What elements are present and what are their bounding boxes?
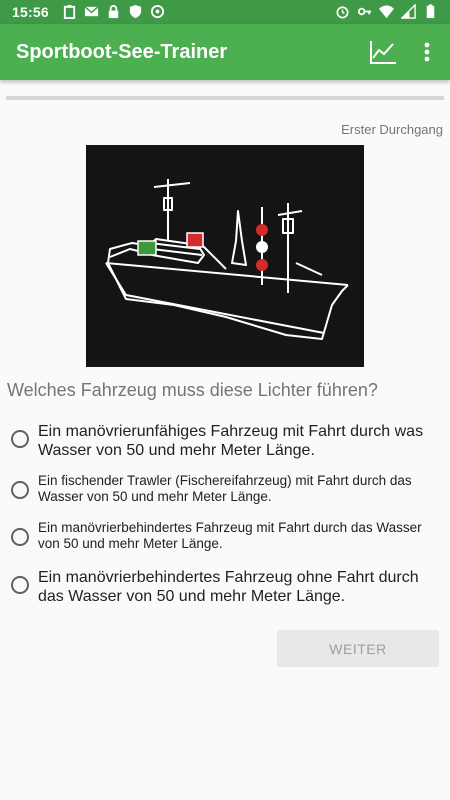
shield-icon [129,4,142,19]
answer-option-4[interactable]: Ein manövrierbehindertes Fahrzeug ohne F… [10,568,444,606]
question-image [86,145,364,367]
red-light-top [256,224,268,236]
answer-option-label: Ein fischender Trawler (Fischereifahrzeu… [38,473,412,505]
chart-icon[interactable] [368,38,398,66]
battery-icon [426,4,435,19]
green-sidelight [137,240,157,256]
answer-option-label: Ein manövrierbehindertes Fahrzeug mit Fa… [38,520,422,552]
red-light-bottom [256,259,268,271]
key-icon [357,7,372,16]
clipboard-icon [63,4,76,19]
lock-icon [108,5,119,19]
red-sidelight [186,232,204,248]
app-bar: Sportboot-See-Trainer [0,24,450,80]
answer-option-3[interactable]: Ein manövrierbehindertes Fahrzeug mit Fa… [10,520,444,552]
question-text: Welches Fahrzeug muss diese Lichter führ… [7,380,378,400]
more-vert-icon[interactable] [418,38,436,66]
radio-button[interactable] [11,528,29,546]
mail-icon [84,6,99,17]
answer-option-label: Ein manövrierbehindertes Fahrzeug ohne F… [38,569,419,606]
white-light-middle [256,241,268,253]
app-title: Sportboot-See-Trainer [16,41,228,63]
sync-icon [150,4,165,19]
wifi-icon [379,5,394,19]
status-bar: 15:56 [0,0,450,24]
next-button[interactable]: WEITER [277,630,439,667]
round-label: Erster Durchgang [341,122,443,137]
status-time: 15:56 [12,4,49,20]
answer-option-label: Ein manövrierunfähiges Fahrzeug mit Fahr… [38,423,424,460]
signal-icon [401,4,416,19]
alarm-icon [336,6,349,19]
radio-button[interactable] [11,481,29,499]
answer-option-1[interactable]: Ein manövrierunfähiges Fahrzeug mit Fahr… [10,422,444,460]
radio-button[interactable] [11,430,29,448]
progress-bar [6,96,444,100]
answer-option-2[interactable]: Ein fischender Trawler (Fischereifahrzeu… [10,473,444,505]
radio-button[interactable] [11,576,29,594]
